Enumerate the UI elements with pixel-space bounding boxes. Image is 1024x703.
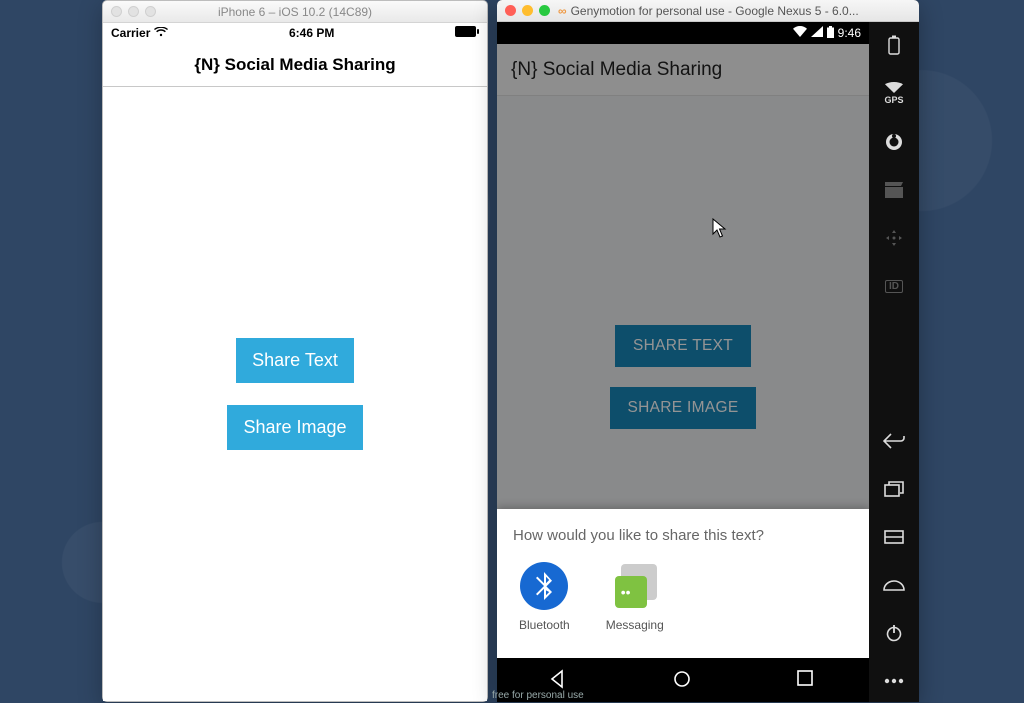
sidebar-move-icon[interactable] [883,227,905,249]
minimize-button[interactable] [522,5,533,16]
ios-min-dot[interactable] [128,6,139,17]
sidebar-camera-icon[interactable] [883,131,905,153]
ios-window-titlebar[interactable]: iPhone 6 – iOS 10.2 (14C89) [103,1,487,23]
ios-app-title: {N} Social Media Sharing [194,55,395,75]
share-option-label: Bluetooth [519,618,570,632]
cell-signal-icon [811,26,823,40]
genymotion-sidebar: GPS ID [869,22,919,702]
ios-close-dot[interactable] [111,6,122,17]
back-icon[interactable] [548,669,570,691]
android-window-title: Genymotion for personal use - Google Nex… [567,4,911,18]
close-button[interactable] [505,5,516,16]
home-icon[interactable] [672,669,694,691]
sidebar-battery-icon[interactable] [883,34,905,56]
ios-app-body: Share Text Share Image [103,87,487,701]
mac-traffic-lights[interactable] [505,5,550,16]
ios-share-image-button[interactable]: Share Image [227,405,362,450]
sidebar-multiwindow-icon[interactable] [883,478,905,500]
android-device-frame: 9:46 {N} Social Media Sharing SHARE TEXT… [497,22,869,702]
share-option-label: Messaging [606,618,664,632]
genymotion-icon: ∞ [558,4,567,18]
messaging-icon: •• [611,562,659,610]
sidebar-id-icon[interactable]: ID [883,275,905,297]
sidebar-more-icon[interactable] [883,670,905,692]
share-option-bluetooth[interactable]: Bluetooth [519,562,570,632]
wifi-icon [154,26,168,40]
android-emulator-window: ∞ Genymotion for personal use - Google N… [497,0,919,702]
share-sheet-title: How would you like to share this text? [513,527,853,544]
battery-icon [455,26,479,40]
share-sheet: How would you like to share this text? B… [497,509,869,658]
android-status-bar: 9:46 [497,22,869,44]
android-screen: {N} Social Media Sharing SHARE TEXT SHAR… [497,44,869,658]
sidebar-clapper-icon[interactable] [883,179,905,201]
bluetooth-icon [520,562,568,610]
carrier-label: Carrier [111,26,150,40]
recents-icon[interactable] [796,669,818,691]
android-clock: 9:46 [838,26,861,40]
battery-icon [827,26,834,41]
footer-watermark: free for personal use [492,690,584,701]
android-window-titlebar[interactable]: ∞ Genymotion for personal use - Google N… [497,0,919,22]
ios-max-dot[interactable] [145,6,156,17]
ios-share-text-button[interactable]: Share Text [236,338,354,383]
zoom-button[interactable] [539,5,550,16]
sidebar-menu-icon[interactable] [883,526,905,548]
ios-simulator-window: iPhone 6 – iOS 10.2 (14C89) Carrier 6:46… [102,0,488,702]
ios-traffic-lights[interactable] [111,6,156,17]
sidebar-power-icon[interactable] [883,622,905,644]
sidebar-gps-icon[interactable]: GPS [883,82,905,105]
ios-window-title: iPhone 6 – iOS 10.2 (14C89) [103,5,487,19]
ios-status-bar: Carrier 6:46 PM [103,23,487,43]
ios-app-navbar: {N} Social Media Sharing [103,43,487,87]
wifi-icon [793,26,807,40]
share-option-messaging[interactable]: •• Messaging [606,562,664,632]
sidebar-home-icon[interactable] [883,574,905,596]
sidebar-back-icon[interactable] [883,430,905,452]
ios-clock: 6:46 PM [289,26,334,40]
